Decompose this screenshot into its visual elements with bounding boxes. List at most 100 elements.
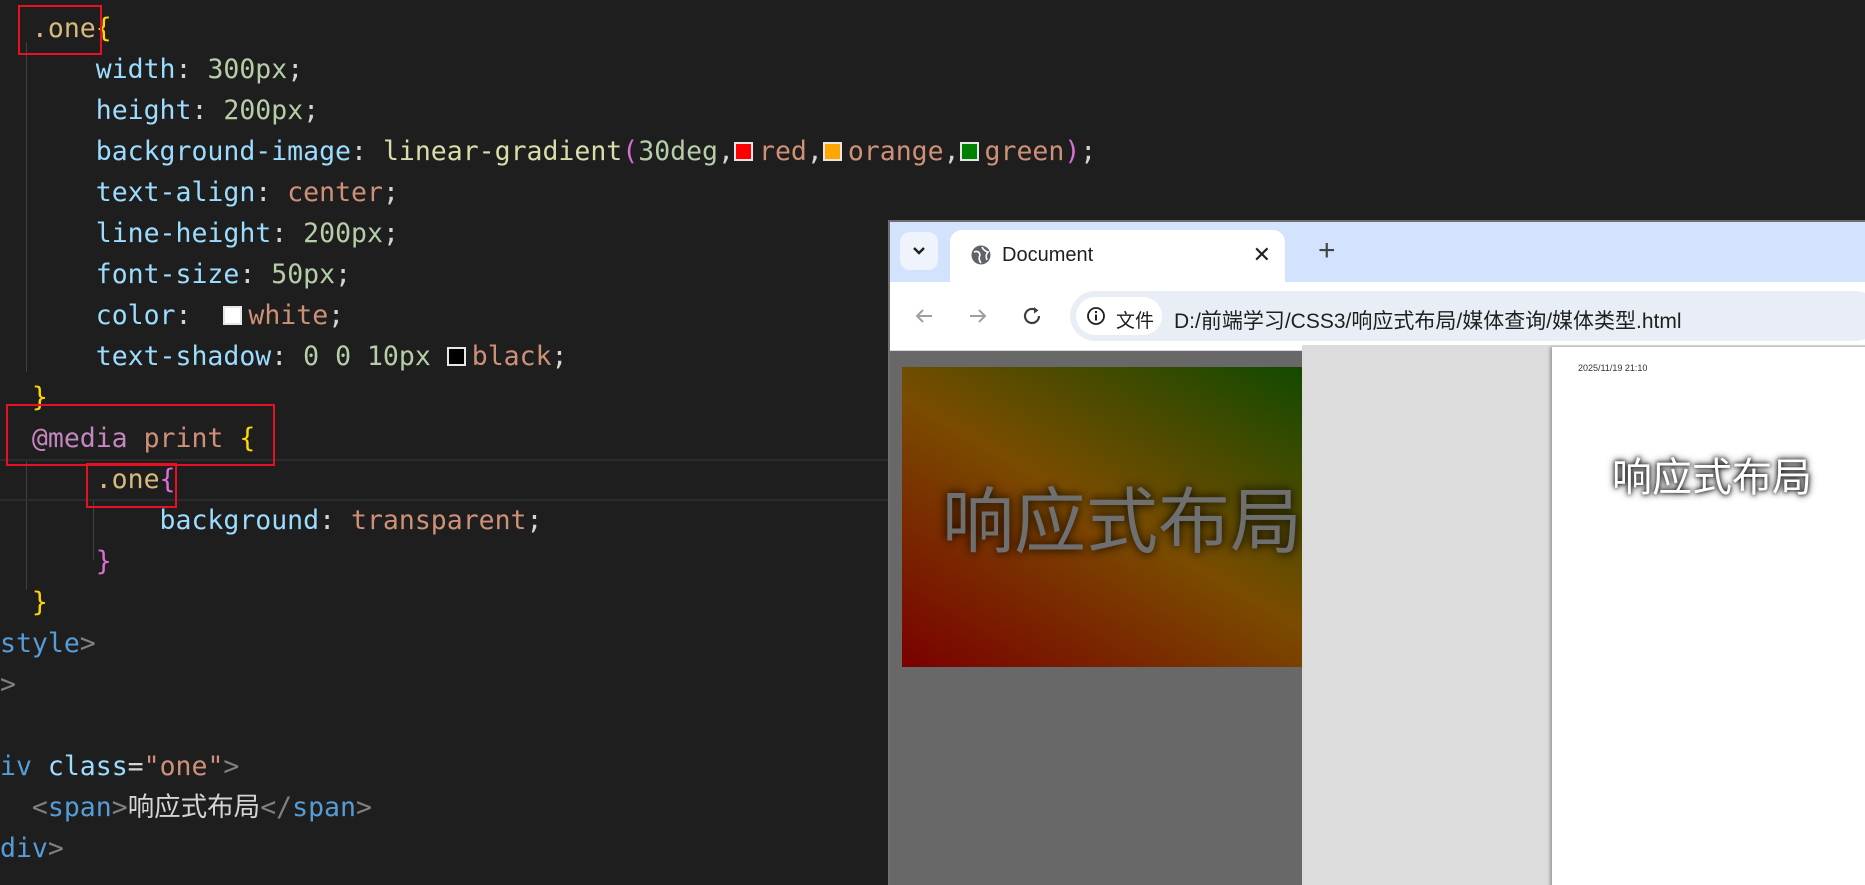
- code-token: }: [0, 546, 112, 577]
- code-line: }: [0, 541, 112, 582]
- print-preview-panel: 2025/11/19 21:10 响应式布局: [1302, 345, 1865, 885]
- code-token: white: [248, 300, 329, 331]
- forward-button[interactable]: [962, 300, 994, 332]
- code-token: 200px: [303, 218, 383, 249]
- code-token: style: [0, 628, 80, 659]
- code-token: }: [0, 587, 48, 618]
- code-line: text-shadow: 0 0 10px black;: [0, 336, 568, 377]
- address-bar[interactable]: 文件 D:/前端学习/CSS3/响应式布局/媒体查询/媒体类型.html: [1070, 291, 1865, 341]
- print-header-timestamp: 2025/11/19 21:10: [1578, 363, 1648, 373]
- browser-tab[interactable]: Document ✕: [950, 230, 1285, 282]
- code-line: div>: [0, 828, 64, 869]
- code-token: class: [47, 751, 128, 782]
- code-token: color: [95, 300, 176, 331]
- code-token: >: [223, 751, 240, 782]
- code-token: black: [471, 341, 552, 372]
- code-token: :: [319, 505, 352, 536]
- code-token: font-size: [95, 259, 240, 290]
- annotation-box-one-selector-print: [86, 463, 177, 508]
- code-token: transparent: [351, 505, 527, 536]
- code-token: >: [79, 628, 96, 659]
- code-token: :: [239, 259, 272, 290]
- url-text[interactable]: D:/前端学习/CSS3/响应式布局/媒体查询/媒体类型.html: [1174, 305, 1682, 335]
- new-tab-button[interactable]: +: [1318, 236, 1336, 266]
- tab-strip: Document ✕ +: [890, 222, 1865, 282]
- globe-icon: [970, 244, 992, 271]
- code-token: linear-gradient: [382, 136, 623, 167]
- close-icon[interactable]: ✕: [1253, 244, 1271, 266]
- code-line: text-align: center;: [0, 172, 399, 213]
- code-token: 30deg: [638, 136, 719, 167]
- code-token: background: [159, 505, 320, 536]
- color-swatch-icon[interactable]: [446, 347, 466, 366]
- site-info-chip[interactable]: 文件: [1076, 297, 1162, 335]
- print-preview-title: 响应式布局: [1612, 455, 1812, 501]
- code-token: 300px: [207, 54, 288, 85]
- code-token: ): [1064, 136, 1081, 167]
- code-token: span: [47, 792, 112, 823]
- code-token: iv: [0, 751, 48, 782]
- code-token: :: [175, 54, 208, 85]
- color-swatch-icon[interactable]: [223, 306, 243, 325]
- back-button[interactable]: [908, 300, 940, 332]
- chevron-down-icon: [913, 247, 925, 255]
- code-token: width: [95, 54, 176, 85]
- code-line: width: 300px;: [0, 49, 303, 90]
- code-token: :: [255, 177, 288, 208]
- code-token: ;: [328, 300, 345, 331]
- code-line: line-height: 200px;: [0, 213, 399, 254]
- code-token: "one": [143, 751, 224, 782]
- code-line: background: transparent;: [0, 500, 543, 541]
- page-viewport: 响应式布局 2025/11/19 21:10 响应式布局: [890, 345, 1865, 885]
- annotation-box-one-selector: [18, 5, 102, 55]
- arrow-left-icon: [915, 309, 932, 323]
- code-token: ;: [1080, 136, 1097, 167]
- tab-search-button[interactable]: [900, 232, 938, 270]
- code-token: ,: [943, 136, 960, 167]
- reload-button[interactable]: [1016, 300, 1048, 332]
- code-token: ,: [806, 136, 823, 167]
- code-token: ;: [303, 95, 320, 126]
- code-token: :: [271, 341, 304, 372]
- code-token: ,: [718, 136, 734, 167]
- print-preview-sheet: 2025/11/19 21:10 响应式布局: [1552, 347, 1865, 885]
- code-token: :: [351, 136, 383, 167]
- code-line: iv class="one">: [0, 746, 239, 787]
- code-line: height: 200px;: [0, 90, 319, 131]
- code-token: red: [758, 136, 807, 167]
- code-token: text-align: [95, 177, 256, 208]
- code-token: >: [47, 833, 64, 864]
- code-token: ;: [382, 218, 399, 249]
- code-token: background-image: [95, 136, 352, 167]
- code-line: background-image: linear-gradient(30deg,…: [0, 131, 1097, 172]
- arrow-right-icon: [970, 309, 987, 323]
- gradient-box: 响应式布局: [902, 367, 1322, 667]
- code-token: center: [287, 177, 383, 208]
- code-token: div: [0, 833, 48, 864]
- code-token: 200px: [223, 95, 304, 126]
- code-token: ;: [551, 341, 568, 372]
- code-token: text-shadow: [95, 341, 272, 372]
- code-token: line-height: [95, 218, 272, 249]
- code-token: height: [95, 95, 192, 126]
- code-token: green: [984, 136, 1065, 167]
- code-token: <: [31, 792, 48, 823]
- color-swatch-icon[interactable]: [959, 142, 979, 161]
- code-token: ;: [335, 259, 352, 290]
- color-swatch-icon[interactable]: [822, 142, 842, 161]
- code-token: >: [0, 669, 16, 700]
- code-token: >: [355, 792, 372, 823]
- code-line: <span>响应式布局</span>: [0, 787, 372, 828]
- code-token: :: [175, 300, 224, 331]
- color-swatch-icon[interactable]: [733, 142, 753, 161]
- code-line: font-size: 50px;: [0, 254, 351, 295]
- code-token: 响应式布局: [127, 792, 261, 823]
- code-token: =: [127, 751, 144, 782]
